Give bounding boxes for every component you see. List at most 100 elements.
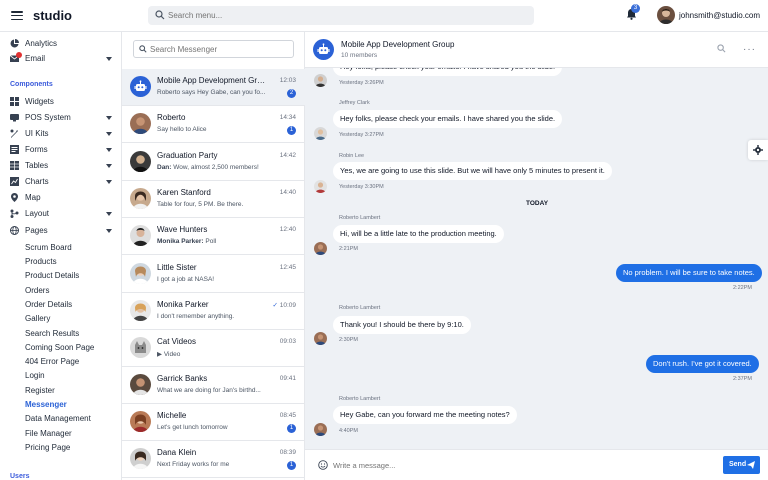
conversation-item[interactable]: Wave Hunters Monika Parker: Poll 12:40 (122, 218, 305, 255)
sidebar-item-forms[interactable]: Forms (0, 143, 122, 157)
chevron-down-icon (106, 57, 112, 61)
chevron-down-icon (106, 148, 112, 152)
chevron-down-icon (106, 132, 112, 136)
notification-badge: 3 (631, 4, 640, 13)
avatar (130, 113, 151, 134)
sidebar: Analytics Email Components Widgets POS S… (0, 32, 122, 480)
read-check-icon: ✓ (272, 302, 278, 309)
avatar (130, 448, 151, 469)
message-bubble-own: No problem. I will be sure to take notes… (616, 264, 762, 282)
sidebar-sub-file-manager[interactable]: File Manager (25, 429, 72, 438)
message-composer: Send (305, 449, 768, 480)
layout-icon (10, 209, 19, 218)
sidebar-sub-product-details[interactable]: Product Details (25, 271, 79, 280)
avatar (314, 332, 327, 345)
unread-badge: 2 (287, 89, 296, 98)
chevron-down-icon (106, 229, 112, 233)
menu-icon[interactable] (11, 11, 23, 21)
message-bubble-own: Don't rush. I've got it covered. (646, 355, 759, 373)
avatar (130, 300, 151, 321)
sidebar-sub-messenger[interactable]: Messenger (25, 400, 67, 409)
robot-avatar (130, 76, 151, 97)
chevron-down-icon (106, 180, 112, 184)
conversation-item[interactable]: Michelle Let's get lunch tomorrow 08:45 … (122, 404, 305, 441)
sidebar-sub-gallery[interactable]: Gallery (25, 314, 50, 323)
conversation-item[interactable]: Garrick Banks What we are doing for Jan'… (122, 367, 305, 404)
chat-header: Mobile App Development Group 10 members … (305, 32, 768, 68)
conversation-item[interactable]: Karen Stanford Table for four, 5 PM. Be … (122, 181, 305, 218)
sidebar-sub-pricing-page[interactable]: Pricing Page (25, 443, 70, 452)
cart-icon (10, 114, 19, 122)
conversation-item[interactable]: Little Sister I got a job at NASA! 12:45 (122, 256, 305, 293)
video-icon: ▶ (157, 351, 162, 358)
sidebar-item-pages[interactable]: Pages (0, 224, 122, 238)
sidebar-item-tables[interactable]: Tables (0, 159, 122, 173)
user-email[interactable]: johnsmith@studio.com (679, 11, 760, 20)
search-icon[interactable] (717, 44, 726, 53)
avatar (130, 188, 151, 209)
message-bubble: Yes, we are going to use this slide. But… (333, 162, 612, 180)
chat-panel: Hey folks, please check your emails. I h… (305, 32, 768, 480)
message-input[interactable] (333, 458, 713, 472)
message-bubble: Hey folks, please check your emails. I h… (333, 110, 563, 128)
sidebar-sub-login[interactable]: Login (25, 371, 45, 380)
conversation-list: Mobile App Development Grou... Roberto s… (122, 32, 305, 480)
date-divider: TODAY (526, 200, 549, 207)
avatar (130, 337, 151, 358)
notifications-button[interactable]: 3 (626, 4, 640, 22)
message-bubble: Hi, will be a little late to the product… (333, 225, 504, 243)
conversation-item[interactable]: Mobile App Development Grou... Roberto s… (122, 69, 305, 106)
settings-button[interactable] (748, 140, 768, 160)
chevron-down-icon (106, 212, 112, 216)
charts-icon (10, 177, 19, 186)
sidebar-sub-data-management[interactable]: Data Management (25, 414, 91, 423)
sidebar-item-map[interactable]: Map (0, 191, 122, 205)
avatar (130, 263, 151, 284)
brand-logo[interactable]: studio (33, 8, 72, 23)
send-button[interactable]: Send (723, 456, 760, 474)
sidebar-item-ui-kits[interactable]: UI Kits (0, 127, 122, 141)
globe-icon (10, 226, 19, 235)
ui-kits-icon (10, 129, 18, 138)
avatar (314, 423, 327, 436)
sidebar-item-email[interactable]: Email (0, 52, 122, 66)
menu-search[interactable] (148, 6, 534, 25)
avatar (314, 180, 327, 193)
conversation-item[interactable]: Cat Videos ▶ Video 09:03 (122, 330, 305, 367)
sidebar-sub-orders[interactable]: Orders (25, 286, 49, 295)
unread-badge: 1 (287, 126, 296, 135)
send-icon (747, 461, 755, 469)
widgets-icon (10, 97, 19, 106)
conversation-item[interactable]: Roberto Say hello to Alice 14:34 1 (122, 106, 305, 143)
avatar (130, 411, 151, 432)
analytics-icon (10, 39, 19, 48)
sidebar-sub-order-details[interactable]: Order Details (25, 300, 72, 309)
sidebar-sub-coming-soon[interactable]: Coming Soon Page (25, 343, 94, 352)
user-avatar[interactable] (657, 6, 675, 24)
sidebar-sub-404-error[interactable]: 404 Error Page (25, 357, 79, 366)
chevron-down-icon (106, 116, 112, 120)
sidebar-item-widgets[interactable]: Widgets (0, 95, 122, 109)
member-count: 10 members (341, 52, 378, 59)
conversation-item[interactable]: Graduation Party Dan: Wow, almost 2,500 … (122, 144, 305, 181)
sidebar-item-charts[interactable]: Charts (0, 175, 122, 189)
sidebar-item-analytics[interactable]: Analytics (0, 37, 122, 51)
sidebar-sub-products[interactable]: Products (25, 257, 57, 266)
sidebar-item-pos-system[interactable]: POS System (0, 111, 122, 125)
avatar (130, 374, 151, 395)
sidebar-sub-search-results[interactable]: Search Results (25, 329, 79, 338)
robot-avatar (313, 39, 334, 60)
sidebar-sub-scrum-board[interactable]: Scrum Board (25, 243, 72, 252)
conversation-item[interactable]: Monika Parker I don't remember anything.… (122, 293, 305, 330)
menu-search-input[interactable] (168, 8, 518, 23)
emoji-icon[interactable] (318, 460, 328, 470)
conversation-item[interactable]: Dana Klein Next Friday works for me 08:3… (122, 441, 305, 478)
sidebar-sub-register[interactable]: Register (25, 386, 55, 395)
sidebar-item-layout[interactable]: Layout (0, 207, 122, 221)
messenger-search[interactable] (133, 40, 294, 58)
messenger-search-input[interactable] (150, 43, 290, 56)
tables-icon (10, 161, 19, 170)
more-options-icon[interactable]: ··· (743, 44, 756, 55)
map-pin-icon (11, 193, 18, 202)
chevron-down-icon (106, 164, 112, 168)
